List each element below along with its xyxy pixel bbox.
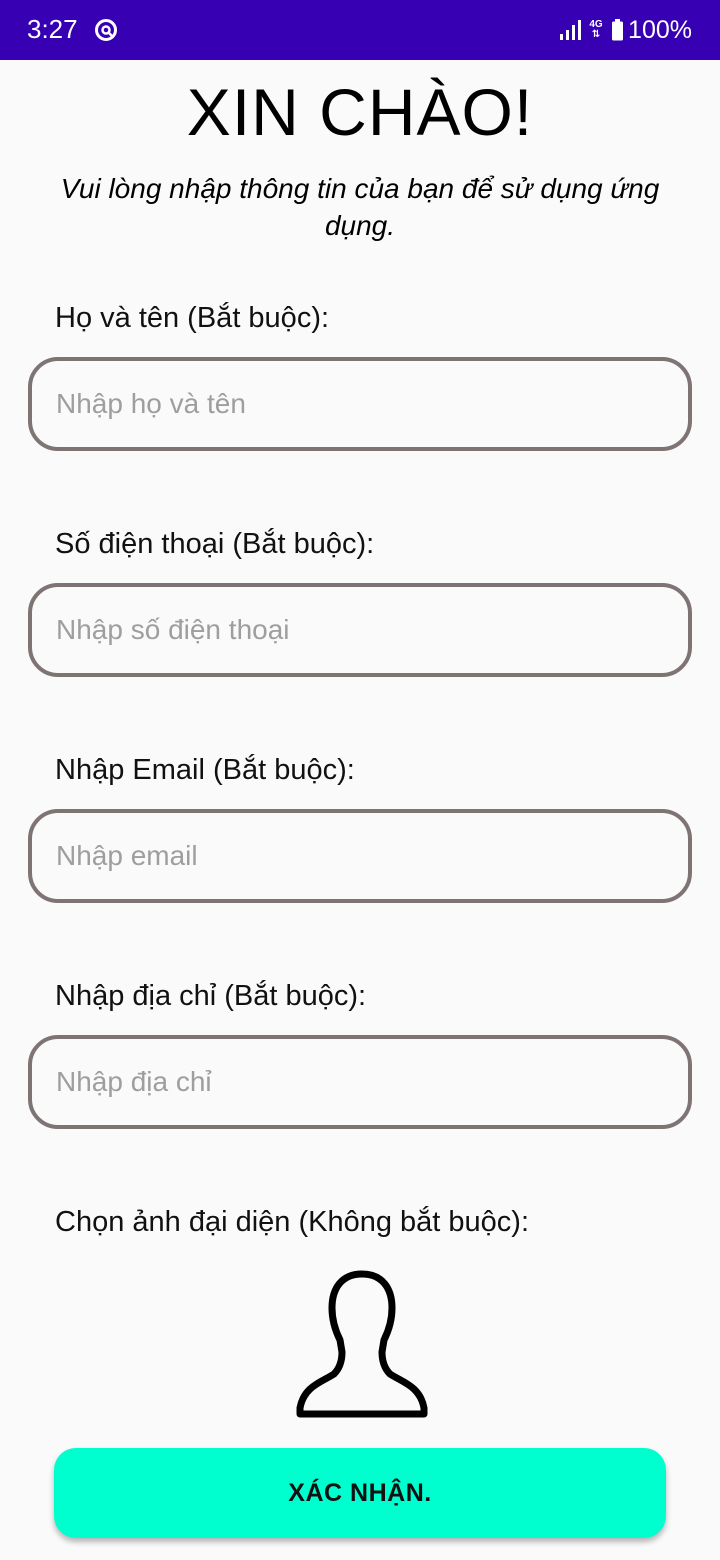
network-4g-icon: 4G ⇅ bbox=[589, 19, 603, 40]
name-label: Họ và tên (Bắt buộc): bbox=[55, 302, 330, 334]
welcome-screen: XIN CHÀO! Vui lòng nhập thông tin của bạ… bbox=[0, 60, 720, 1560]
email-label: Nhập Email (Bắt buộc): bbox=[55, 754, 355, 786]
status-bar: 3:27 4G ⇅ 100% bbox=[0, 0, 720, 60]
phone-input[interactable] bbox=[28, 583, 692, 677]
confirm-button[interactable]: XÁC NHẬN. bbox=[54, 1448, 666, 1538]
app-notification-icon bbox=[95, 19, 117, 41]
address-label: Nhập địa chỉ (Bắt buộc): bbox=[55, 980, 367, 1012]
address-input[interactable] bbox=[28, 1035, 692, 1129]
phone-label: Số điện thoại (Bắt buộc): bbox=[55, 528, 375, 560]
status-indicators: 4G ⇅ 100% bbox=[559, 14, 692, 46]
email-input[interactable] bbox=[28, 809, 692, 903]
page-title: XIN CHÀO! bbox=[186, 75, 534, 149]
person-avatar-icon[interactable] bbox=[292, 1268, 432, 1420]
signal-icon bbox=[560, 20, 582, 40]
status-time: 3:27 bbox=[27, 14, 78, 44]
battery-icon bbox=[612, 19, 624, 41]
battery-percentage: 100% bbox=[628, 15, 692, 44]
avatar-label: Chọn ảnh đại diện (Không bắt buộc): bbox=[55, 1206, 530, 1238]
page-subtitle: Vui lòng nhập thông tin của bạn để sử dụ… bbox=[60, 173, 660, 241]
name-input[interactable] bbox=[28, 357, 692, 451]
